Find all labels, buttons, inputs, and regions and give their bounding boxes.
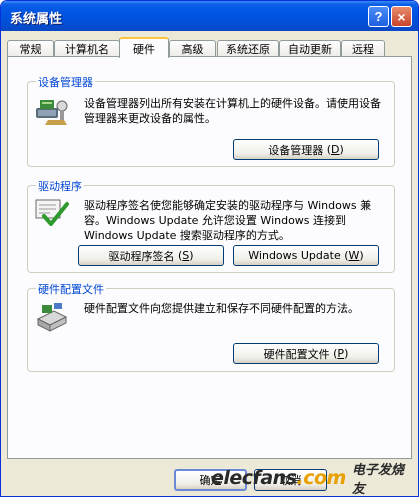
button-label: 驱动程序签名 xyxy=(108,249,175,263)
button-hotkey: W xyxy=(348,249,360,262)
hardware-profiles-button[interactable]: 硬件配置文件 (P) xyxy=(233,343,379,364)
driver-signing-button[interactable]: 驱动程序签名 (S) xyxy=(78,245,224,266)
device-manager-description: 设备管理器列出所有安装在计算机上的硬件设备。请使用设备管理器来更改设备的属性。 xyxy=(84,97,381,125)
device-manager-group: 设备管理器 设备管理器列出所有安装在计算机上的硬件设备。请使用设备管理器来更改设… xyxy=(27,74,395,167)
tab-label: 远程 xyxy=(352,43,374,56)
tab-system-restore[interactable]: 系统还原 xyxy=(217,40,279,57)
button-label: Windows Update xyxy=(248,249,341,262)
watermark: elecfans.com 电子发烧友 xyxy=(211,463,416,496)
button-label: 设备管理器 xyxy=(268,143,324,157)
close-button[interactable]: × xyxy=(391,6,412,27)
hardware-profile-icon xyxy=(36,303,68,332)
window-title: 系统属性 xyxy=(10,12,63,27)
watermark-logo-text: elecfans xyxy=(211,467,297,489)
hardware-tab-panel: 设备管理器 设备管理器列出所有安装在计算机上的硬件设备。请使用设备管理器来更改设… xyxy=(7,56,412,459)
title-bar[interactable]: 系统属性 ? × xyxy=(1,1,418,31)
system-properties-window: 系统属性 ? × 常规 计算机名 硬件 高级 系统还原 自动更新 远程 设备管理… xyxy=(0,0,419,497)
watermark-cn: 电子发烧友 xyxy=(351,463,404,497)
button-hotkey: S xyxy=(182,249,190,262)
tab-general[interactable]: 常规 xyxy=(7,40,54,57)
tab-label: 高级 xyxy=(181,43,204,56)
tab-label: 常规 xyxy=(19,43,42,56)
watermark-logo: elecfans.com xyxy=(211,467,346,489)
device-manager-icon xyxy=(36,100,68,125)
hardware-profiles-description: 硬件配置文件向您提供建立和保存不同硬件配置的方法。 xyxy=(84,302,359,315)
tab-label: 硬件 xyxy=(133,42,155,56)
button-hotkey: P xyxy=(337,347,345,360)
tab-automatic-updates[interactable]: 自动更新 xyxy=(279,40,341,57)
help-icon: ? xyxy=(374,9,383,24)
drivers-title: 驱动程序 xyxy=(36,178,84,194)
tab-strip: 常规 计算机名 硬件 高级 系统还原 自动更新 远程 xyxy=(7,37,409,58)
help-button[interactable]: ? xyxy=(368,6,389,27)
tab-label: 系统还原 xyxy=(226,43,270,56)
tab-remote[interactable]: 远程 xyxy=(341,40,385,57)
close-icon: × xyxy=(397,8,406,25)
button-hotkey: D xyxy=(331,143,340,156)
button-label: 硬件配置文件 xyxy=(263,347,330,361)
drivers-description: 驱动程序签名使您能够确定安装的驱动程序与 Windows 兼容。Windows … xyxy=(84,199,372,242)
hardware-profiles-title: 硬件配置文件 xyxy=(36,281,106,297)
driver-signing-icon xyxy=(35,199,69,226)
tab-advanced[interactable]: 高级 xyxy=(169,40,216,57)
device-manager-button[interactable]: 设备管理器 (D) xyxy=(233,139,379,160)
watermark-logo-domain: .com xyxy=(296,467,346,489)
device-manager-title: 设备管理器 xyxy=(36,74,95,90)
tab-hardware[interactable]: 硬件 xyxy=(119,37,169,58)
tab-label: 计算机名 xyxy=(65,43,109,56)
windows-update-button[interactable]: Windows Update (W) xyxy=(233,245,379,266)
tab-computer-name[interactable]: 计算机名 xyxy=(54,40,120,57)
hardware-profiles-group: 硬件配置文件 硬件配置文件向您提供建立和保存不同硬件配置的方法。 硬件配置文件 … xyxy=(27,281,395,372)
drivers-group: 驱动程序 驱动程序签名使您能够确定安装的驱动程序与 Windows 兼容。Win… xyxy=(27,178,395,273)
tab-label: 自动更新 xyxy=(288,43,332,56)
